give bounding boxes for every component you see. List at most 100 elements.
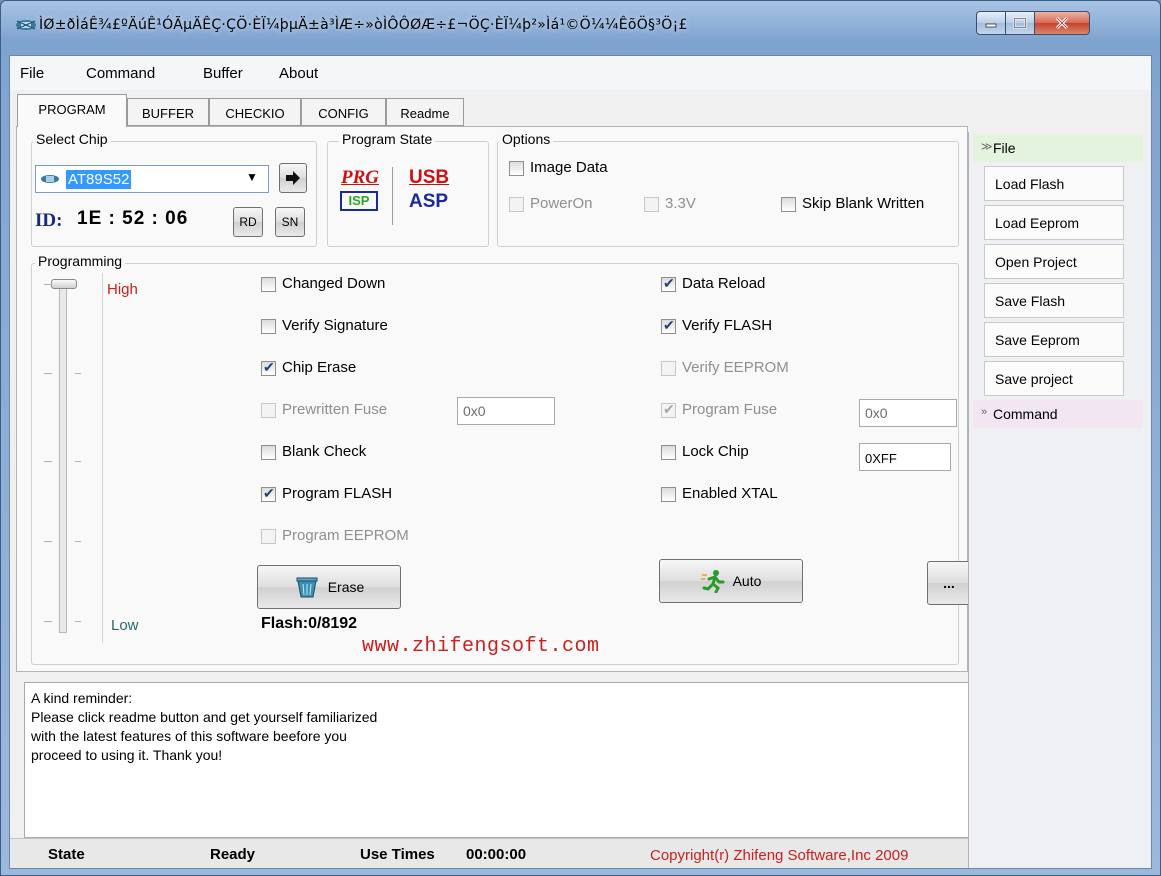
program-fuse-input[interactable]: 0x0 (859, 399, 957, 427)
program-flash-label: Program FLASH (282, 485, 393, 502)
verify-flash-checkbox[interactable] (661, 317, 676, 334)
speed-slider-thumb[interactable] (51, 279, 77, 289)
verify-eeprom-checkbox[interactable] (661, 361, 676, 376)
chip-select-value: AT89S52 (66, 170, 132, 189)
close-icon (1055, 16, 1069, 30)
erase-button-label: Erase (327, 579, 365, 595)
program-fuse-checkbox[interactable] (661, 401, 676, 418)
chip-select[interactable]: AT89S52 ▼ (35, 165, 269, 193)
status-use-times-value: 00:00:00 (466, 846, 527, 863)
save-flash-button[interactable]: Save Flash (984, 283, 1124, 318)
slider-tick (44, 541, 52, 542)
blank-check-checkbox[interactable] (261, 445, 276, 460)
program-fuse-label: Program Fuse (682, 401, 778, 418)
usb-label: USB (409, 167, 450, 188)
chip-id-value: 1E : 52 : 06 (77, 208, 189, 229)
select-chip-arrow-button[interactable] (279, 163, 307, 193)
lock-value-input[interactable]: 0XFF (859, 443, 951, 471)
tab-program[interactable]: PROGRAM (17, 94, 127, 127)
program-eeprom-checkbox[interactable] (261, 529, 276, 544)
menu-about[interactable]: About (279, 65, 318, 82)
verify-signature-label: Verify Signature (282, 317, 388, 334)
slider-high-label: High (107, 281, 138, 298)
prewritten-fuse-checkbox[interactable] (261, 403, 276, 418)
verify-signature-checkbox[interactable] (261, 319, 276, 334)
select-chip-title: Select Chip (33, 131, 111, 147)
data-reload-checkbox[interactable] (661, 275, 676, 292)
running-man-icon (700, 570, 725, 593)
program-eeprom-label: Program EEPROM (282, 527, 409, 544)
chip-icon (41, 175, 59, 183)
menu-command[interactable]: Command (86, 65, 155, 82)
minimize-icon (985, 23, 997, 28)
isp-label: ISP (340, 191, 378, 211)
chip-erase-label: Chip Erase (282, 359, 357, 376)
status-state-value: Ready (210, 846, 256, 863)
load-flash-button[interactable]: Load Flash (984, 166, 1124, 201)
tab-checkio[interactable]: CHECKIO (209, 98, 301, 126)
program-tab-panel: Select Chip AT89S52 ▼ ID: 1E : 52 : 06 R… (16, 126, 971, 672)
slider-tick (75, 621, 81, 622)
v33-checkbox[interactable] (644, 197, 659, 212)
trash-icon (296, 577, 318, 598)
close-button[interactable] (1034, 11, 1090, 35)
verify-flash-label: Verify FLASH (682, 317, 773, 334)
menu-buffer[interactable]: Buffer (203, 65, 243, 82)
sn-button[interactable]: SN (275, 207, 305, 237)
options-group (497, 141, 959, 247)
changed-down-label: Changed Down (282, 275, 386, 292)
enabled-xtal-checkbox[interactable] (661, 487, 676, 502)
flash-usage: Flash:0/8192 (261, 615, 358, 632)
reminder-textarea[interactable]: A kind reminder: Please click readme but… (24, 682, 970, 838)
image-data-label: Image Data (530, 159, 608, 176)
save-project-button[interactable]: Save project (984, 361, 1124, 396)
erase-button[interactable]: Erase (257, 565, 401, 609)
menu-bar: File Command Buffer About (10, 56, 1151, 90)
image-data-checkbox[interactable] (509, 161, 524, 176)
lock-chip-label: Lock Chip (682, 443, 749, 460)
poweron-checkbox[interactable] (509, 197, 524, 212)
chevron-double-right-icon: » (981, 406, 988, 418)
prg-label: PRG (341, 167, 379, 188)
chevron-down-icon: ▼ (246, 170, 258, 184)
chip-erase-checkbox[interactable] (261, 359, 276, 376)
tab-buffer[interactable]: BUFFER (127, 98, 209, 126)
skip-blank-checkbox[interactable] (781, 197, 796, 212)
auto-button-label: Auto (732, 573, 762, 589)
file-section-label: File (993, 140, 1016, 156)
load-eeprom-button[interactable]: Load Eeprom (984, 205, 1124, 240)
poweron-label: PowerOn (530, 195, 593, 212)
minimize-button[interactable] (976, 11, 1006, 35)
slider-tick (44, 621, 52, 622)
rd-button[interactable]: RD (233, 207, 263, 237)
app-window: ÌØ±ðÌáÊ¾£ºÄúÊ¹ÓÃµÄÊÇ·ÇÖ·ÈÏ¼þµÄ±à³ÌÆ÷»òÌÔ… (0, 0, 1161, 876)
status-bar: State Ready Use Times 00:00:00 Copyright… (10, 838, 968, 868)
slider-low-label: Low (111, 617, 139, 634)
save-eeprom-button[interactable]: Save Eeprom (984, 322, 1124, 357)
slider-tick (75, 373, 81, 374)
v33-label: 3.3V (665, 195, 696, 212)
maximize-icon (1013, 17, 1027, 29)
title-bar[interactable]: ÌØ±ðÌáÊ¾£ºÄúÊ¹ÓÃµÄÊÇ·ÇÖ·ÈÏ¼þµÄ±à³ÌÆ÷»òÌÔ… (1, 1, 1160, 55)
maximize-button[interactable] (1005, 11, 1035, 35)
options-title: Options (499, 131, 554, 147)
tab-strip: PROGRAM BUFFER CHECKIO CONFIG Readme (10, 90, 1151, 128)
program-flash-checkbox[interactable] (261, 485, 276, 502)
changed-down-checkbox[interactable] (261, 277, 276, 292)
open-project-button[interactable]: Open Project (984, 244, 1124, 279)
menu-file[interactable]: File (20, 65, 44, 82)
command-section-header[interactable]: » Command (973, 400, 1143, 428)
more-options-button[interactable]: ... (927, 561, 971, 605)
tab-config[interactable]: CONFIG (301, 98, 386, 126)
tab-readme[interactable]: Readme (386, 98, 464, 126)
speed-slider-track[interactable] (59, 283, 67, 633)
file-section-header[interactable]: ≫ File (973, 134, 1143, 162)
prewritten-fuse-label: Prewritten Fuse (282, 401, 388, 418)
status-state-label: State (48, 846, 85, 863)
auto-button[interactable]: Auto (659, 559, 803, 603)
lock-chip-checkbox[interactable] (661, 445, 676, 460)
chip-app-icon (16, 20, 36, 30)
prewritten-fuse-input[interactable]: 0x0 (457, 397, 555, 425)
copyright-text: Copyright(r) Zhifeng Software,Inc 2009 (650, 847, 909, 864)
slider-tick (44, 284, 52, 285)
